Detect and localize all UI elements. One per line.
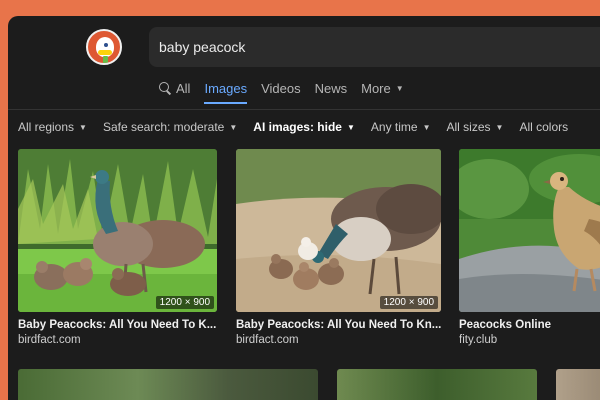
filter-sizes[interactable]: All sizes ▼ <box>447 117 504 137</box>
peahen-chicks-image <box>236 149 441 312</box>
result-domain[interactable]: birdfact.com <box>18 334 217 346</box>
caret-down-icon: ▼ <box>346 122 355 132</box>
result-thumbnail[interactable] <box>459 149 600 312</box>
search-tabs: All Images Videos News More ▼ <box>158 76 404 106</box>
peachick-on-rock-image <box>459 149 600 312</box>
result-thumbnail[interactable]: 1200 × 900 <box>236 149 441 312</box>
tab-more-label: More <box>361 80 391 96</box>
duck-tie-shape <box>103 56 108 63</box>
filter-time-label: Any time <box>370 120 418 134</box>
filter-colors[interactable]: All colors <box>519 117 568 137</box>
tab-all[interactable]: All <box>158 76 190 100</box>
result-thumbnail[interactable] <box>337 369 537 400</box>
result-title[interactable]: Baby Peacocks: All You Need To K... <box>18 319 217 331</box>
caret-down-icon: ▼ <box>422 122 431 132</box>
filter-sizes-label: All sizes <box>446 120 491 134</box>
filter-ai-images-label: AI images: hide <box>253 120 342 134</box>
filter-regions[interactable]: All regions ▼ <box>18 117 87 137</box>
result-domain[interactable]: fity.club <box>459 334 600 346</box>
duckduckgo-logo[interactable] <box>86 29 122 65</box>
tab-images-label: Images <box>204 80 248 96</box>
result-title[interactable]: Baby Peacocks: All You Need To Kn... <box>236 319 441 331</box>
filter-colors-label: All colors <box>519 120 569 134</box>
image-size-badge: 1200 × 900 <box>155 296 214 309</box>
browser-window: baby peacock All Images Videos News More… <box>8 16 600 400</box>
image-result-card[interactable]: 1200 × 900 Baby Peacocks: All You Need T… <box>236 149 441 346</box>
filter-regions-label: All regions <box>18 120 75 134</box>
result-thumbnail[interactable] <box>556 369 600 400</box>
peacock-family-image <box>18 149 217 312</box>
caret-down-icon: ▼ <box>495 122 504 132</box>
caret-down-icon: ▼ <box>395 83 404 93</box>
tab-news-label: News <box>314 80 348 96</box>
result-thumbnail[interactable] <box>18 369 318 400</box>
header-divider <box>8 109 600 110</box>
tab-news[interactable]: News <box>315 76 348 100</box>
tab-images[interactable]: Images <box>204 76 248 104</box>
result-thumbnail[interactable]: 1200 × 900 <box>18 149 217 312</box>
tab-all-label: All <box>176 80 191 96</box>
tab-more[interactable]: More ▼ <box>361 76 404 100</box>
caret-down-icon: ▼ <box>229 122 238 132</box>
filter-safe-search-label: Safe search: moderate <box>102 120 225 134</box>
search-input[interactable]: baby peacock <box>149 27 600 67</box>
filter-time[interactable]: Any time ▼ <box>371 117 431 137</box>
image-result-card[interactable]: 1200 × 900 Baby Peacocks: All You Need T… <box>18 149 217 346</box>
search-icon <box>158 81 172 95</box>
image-result-card[interactable]: Peacocks Online fity.club <box>459 149 600 346</box>
search-query-text: baby peacock <box>159 39 246 55</box>
filter-ai-images[interactable]: AI images: hide ▼ <box>253 117 355 137</box>
image-size-badge: 1200 × 900 <box>379 296 438 309</box>
tab-videos-label: Videos <box>261 80 301 96</box>
duck-beak-shape <box>98 50 112 55</box>
result-title[interactable]: Peacocks Online <box>459 319 600 331</box>
caret-down-icon: ▼ <box>79 122 87 132</box>
result-domain[interactable]: birdfact.com <box>236 334 441 346</box>
filter-bar: All regions ▼ Safe search: moderate ▼ AI… <box>18 117 568 137</box>
filter-safe-search[interactable]: Safe search: moderate ▼ <box>103 117 237 137</box>
duck-eye-shape <box>104 43 108 47</box>
tab-videos[interactable]: Videos <box>261 76 301 100</box>
